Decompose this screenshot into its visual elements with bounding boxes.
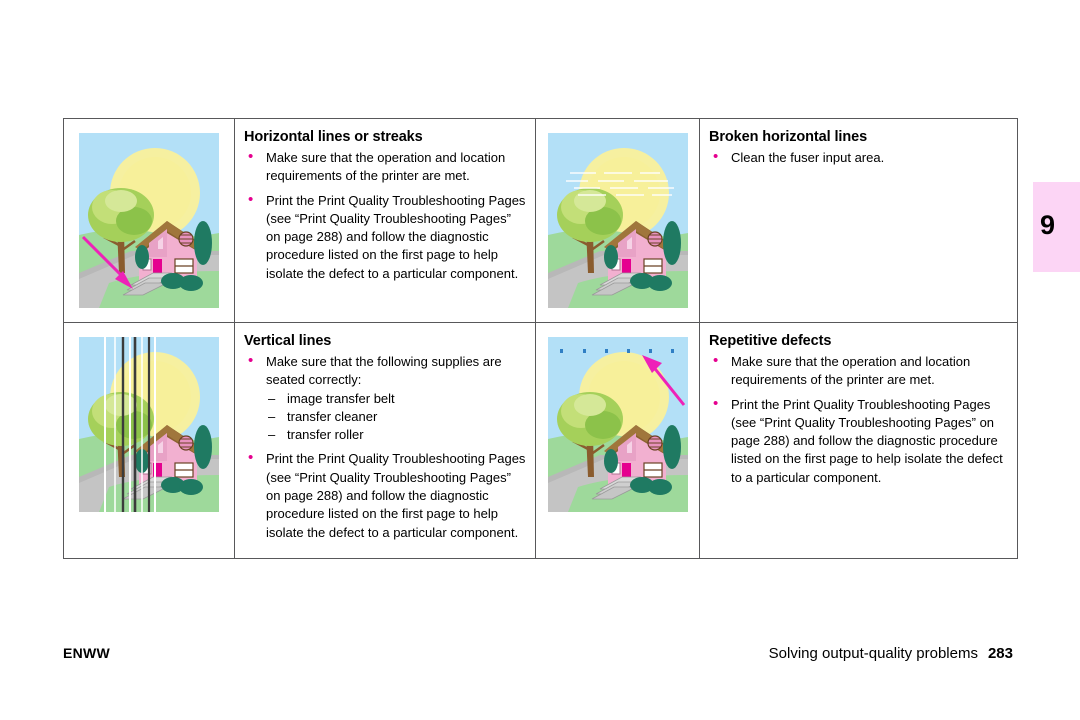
heading-horizontal-lines-or-streaks: Horizontal lines or streaks [244, 129, 423, 145]
print-defect-table: Horizontal lines or streaks Make sure th… [63, 118, 1018, 559]
illustration-house-scene-vertical-lines [79, 337, 219, 512]
footer-section-label: Solving output-quality problems [768, 645, 978, 662]
illustration-house-scene-horizontal-streaks [79, 133, 219, 308]
footer-page-number: 283 [987, 645, 1013, 662]
sublist-item: transfer roller [266, 426, 526, 445]
heading-vertical-lines: Vertical lines [244, 333, 332, 349]
sublist-item: image transfer belt [266, 390, 526, 409]
table-row: Horizontal lines or streaks Make sure th… [63, 118, 1018, 323]
cell-text-horizontal-lines-or-streaks: Horizontal lines or streaks Make sure th… [234, 118, 536, 323]
cell-text-broken-horizontal-lines: Broken horizontal lines Clean the fuser … [699, 118, 1018, 323]
bullet-list-broken-horizontal-lines: Clean the fuser input area. [709, 148, 1008, 167]
list-item: Print the Print Quality Troubleshooting … [244, 449, 526, 541]
page-footer: ENWW Solving output-quality problems 283 [63, 645, 1013, 667]
cell-text-vertical-lines: Vertical lines Make sure that the follow… [234, 322, 536, 559]
cell-image-horizontal-lines-or-streaks [63, 118, 235, 323]
list-item: Make sure that the following supplies ar… [244, 352, 526, 445]
list-item: Print the Print Quality Troubleshooting … [244, 191, 526, 283]
supplies-sublist: image transfer belt transfer cleaner tra… [266, 390, 526, 445]
cell-image-repetitive-defects [535, 322, 700, 559]
chapter-tab-number: 9 [1040, 210, 1056, 240]
list-item: Make sure that the operation and locatio… [709, 352, 1008, 390]
cell-text-repetitive-defects: Repetitive defects Make sure that the op… [699, 322, 1018, 559]
heading-repetitive-defects: Repetitive defects [709, 333, 832, 349]
table-row: Vertical lines Make sure that the follow… [63, 322, 1018, 559]
illustration-house-scene-broken-horizontal-lines [547, 133, 688, 308]
bullet-list-horizontal-lines-or-streaks: Make sure that the operation and locatio… [244, 148, 526, 283]
cell-image-vertical-lines [63, 322, 235, 559]
sublist-item: transfer cleaner [266, 408, 526, 427]
heading-broken-horizontal-lines: Broken horizontal lines [709, 129, 868, 145]
footer-locale-code: ENWW [63, 645, 111, 661]
footer-section-title: Solving output-quality problems 283 [769, 645, 1013, 662]
list-item: Clean the fuser input area. [709, 148, 1008, 167]
list-item: Make sure that the operation and locatio… [244, 148, 526, 186]
list-item-text: Make sure that the following supplies ar… [266, 354, 502, 388]
illustration-house-scene-repetitive-defects [547, 337, 688, 512]
list-item: Print the Print Quality Troubleshooting … [709, 395, 1008, 487]
cell-image-broken-horizontal-lines [535, 118, 700, 323]
bullet-list-vertical-lines: Make sure that the following supplies ar… [244, 352, 526, 542]
bullet-list-repetitive-defects: Make sure that the operation and locatio… [709, 352, 1008, 487]
chapter-tab: 9 [1033, 182, 1080, 272]
